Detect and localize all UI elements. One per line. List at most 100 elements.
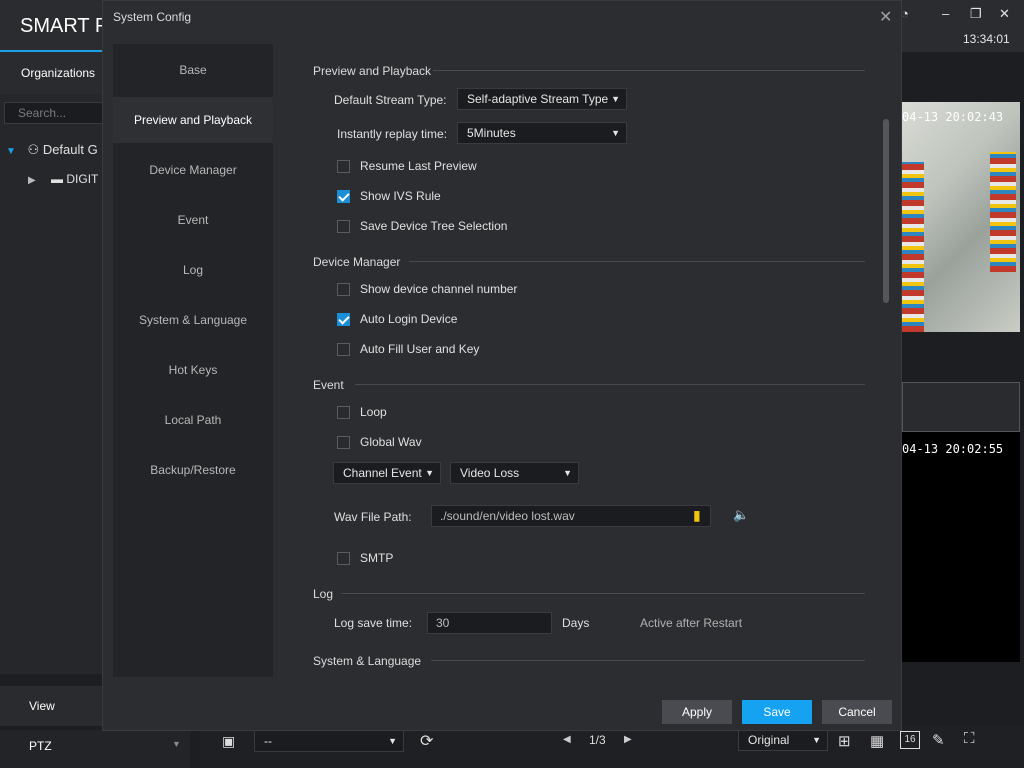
tree-item-label: Default G <box>42 142 98 157</box>
show-ivs-checkbox[interactable]: Show IVS Rule <box>337 188 441 204</box>
save-tree-checkbox[interactable]: Save Device Tree Selection <box>337 218 507 234</box>
tree-item-device[interactable]: ▶ ▬ DIGIT <box>28 172 98 186</box>
fullscreen-icon[interactable]: ⛶ <box>964 730 975 747</box>
channel-number-checkbox[interactable]: Show device channel number <box>337 281 517 297</box>
checkbox-label: Show IVS Rule <box>360 189 441 203</box>
wav-path-field[interactable]: ./sound/en/video lost.wav <box>431 505 711 527</box>
sidebar-item-log[interactable]: Log <box>113 247 273 293</box>
apply-button[interactable]: Apply <box>662 700 732 724</box>
tab-organizations[interactable]: Organizations <box>0 52 103 94</box>
wav-path-label: Wav File Path: <box>334 510 412 524</box>
dvr-icon: ▬ <box>51 172 64 186</box>
auto-fill-checkbox[interactable]: Auto Fill User and Key <box>337 341 479 357</box>
channel-event-value: Channel Event <box>343 466 422 480</box>
section-title-system-language: System & Language <box>313 654 422 668</box>
chevron-down-icon: ▼ <box>812 735 821 745</box>
chevron-down-icon: ▼ <box>563 468 572 478</box>
next-page-icon[interactable]: ▶ <box>624 734 632 745</box>
view-tab[interactable]: View <box>0 686 103 726</box>
sidebar-item-backup-restore[interactable]: Backup/Restore <box>113 447 273 493</box>
channel-event-select[interactable]: Channel Event ▼ <box>333 462 441 484</box>
sidebar-item-local-path[interactable]: Local Path <box>113 397 273 443</box>
replay-time-value: 5Minutes <box>467 126 516 140</box>
folder-icon[interactable]: ▮ <box>693 507 701 524</box>
auto-login-checkbox[interactable]: Auto Login Device <box>337 311 457 327</box>
chevron-down-icon: ▼ <box>611 94 620 104</box>
preset-select[interactable]: -- ▼ <box>254 730 404 752</box>
video-window-1[interactable] <box>902 102 1020 332</box>
checkbox-box[interactable] <box>337 189 350 203</box>
checkbox-label: SMTP <box>360 551 394 565</box>
expand-right-icon[interactable]: ▶ <box>28 175 36 186</box>
sidebar-item-system-language[interactable]: System & Language <box>113 297 273 343</box>
checkbox-box[interactable] <box>337 342 350 356</box>
expand-down-icon[interactable]: ▼ <box>6 146 16 157</box>
stream-select[interactable]: Original ▼ <box>738 729 828 751</box>
close-app-icon[interactable]: ✕ <box>999 6 1010 22</box>
tree-item-label: DIGIT <box>66 172 99 186</box>
checkbox-box[interactable] <box>337 159 350 173</box>
cancel-button[interactable]: Cancel <box>822 700 892 724</box>
stream-type-value: Self-adaptive Stream Type <box>467 92 609 106</box>
replay-time-label: Instantly replay time: <box>337 127 448 141</box>
gauge-icon[interactable]: ◔ <box>901 6 909 21</box>
chevron-down-icon[interactable]: ▼ <box>172 739 181 749</box>
section-divider <box>355 384 865 385</box>
prev-page-icon[interactable]: ◀ <box>563 734 571 745</box>
grid-9-icon[interactable]: ▦ <box>870 732 884 750</box>
section-divider <box>341 593 865 594</box>
edit-icon[interactable]: ✎ <box>932 731 945 749</box>
sidebar-item-base[interactable]: Base <box>113 47 273 93</box>
checkbox-box[interactable] <box>337 282 350 296</box>
chevron-down-icon: ▼ <box>611 128 620 138</box>
checkbox-box[interactable] <box>337 551 350 565</box>
minimize-icon[interactable]: – <box>942 6 949 21</box>
dialog-title: System Config <box>113 10 192 24</box>
smtp-checkbox[interactable]: SMTP <box>337 550 393 566</box>
sidebar-item-event[interactable]: Event <box>113 197 273 243</box>
log-save-input[interactable]: 30 <box>427 612 552 634</box>
grid-16-icon[interactable]: 16 <box>900 731 920 749</box>
restore-icon[interactable]: ❐ <box>970 6 982 22</box>
video-shelf <box>902 162 924 332</box>
checkbox-label: Show device channel number <box>360 282 518 296</box>
sidebar-item-hot-keys[interactable]: Hot Keys <box>113 347 273 393</box>
checkbox-box[interactable] <box>337 435 350 449</box>
ptz-tab[interactable]: PTZ <box>0 730 190 768</box>
checkbox-box[interactable] <box>337 312 350 326</box>
close-icon[interactable]: ✕ <box>879 7 892 27</box>
system-config-dialog: System Config ✕ Base Preview and Playbac… <box>102 0 902 731</box>
speaker-icon[interactable]: 🔈 <box>733 507 749 523</box>
sidebar-item-preview-playback[interactable]: Preview and Playback <box>113 97 273 143</box>
save-icon[interactable]: ▣ <box>222 733 235 750</box>
chevron-down-icon: ▼ <box>388 736 397 746</box>
checkbox-box[interactable] <box>337 219 350 233</box>
section-title-event: Event <box>313 378 344 392</box>
save-button[interactable]: Save <box>742 700 812 724</box>
stream-type-select[interactable]: Self-adaptive Stream Type ▼ <box>457 88 627 110</box>
section-divider <box>431 660 865 661</box>
org-tree-icon: ⚇ <box>27 142 40 157</box>
stream-value: Original <box>748 733 790 747</box>
video-timestamp: 04-13 20:02:43 <box>902 110 1004 124</box>
scrollbar-thumb[interactable] <box>883 119 889 303</box>
video-window-2[interactable] <box>902 432 1020 662</box>
config-content: Preview and Playback Default Stream Type… <box>281 44 883 677</box>
global-wav-checkbox[interactable]: Global Wav <box>337 434 422 450</box>
replay-time-select[interactable]: 5Minutes ▼ <box>457 122 627 144</box>
video-timestamp: 04-13 20:02:55 <box>902 442 1004 456</box>
section-title-preview: Preview and Playback <box>313 64 432 78</box>
wav-path-value: ./sound/en/video lost.wav <box>440 509 575 523</box>
sidebar-item-device-manager[interactable]: Device Manager <box>113 147 273 193</box>
grid-4-icon[interactable]: ⊞ <box>838 732 851 750</box>
resume-preview-checkbox[interactable]: Resume Last Preview <box>337 158 477 174</box>
chevron-down-icon: ▼ <box>425 468 434 478</box>
checkbox-box[interactable] <box>337 405 350 419</box>
search-input[interactable]: Search... <box>4 102 103 124</box>
tree-item-default-group[interactable]: ▼ ⚇ Default G <box>6 142 98 158</box>
loop-checkbox[interactable]: Loop <box>337 404 387 420</box>
video-shelf <box>990 152 1016 272</box>
event-type-select[interactable]: Video Loss ▼ <box>450 462 579 484</box>
app-title: SMART P <box>0 0 103 52</box>
refresh-icon[interactable]: ⟳ <box>420 731 433 751</box>
